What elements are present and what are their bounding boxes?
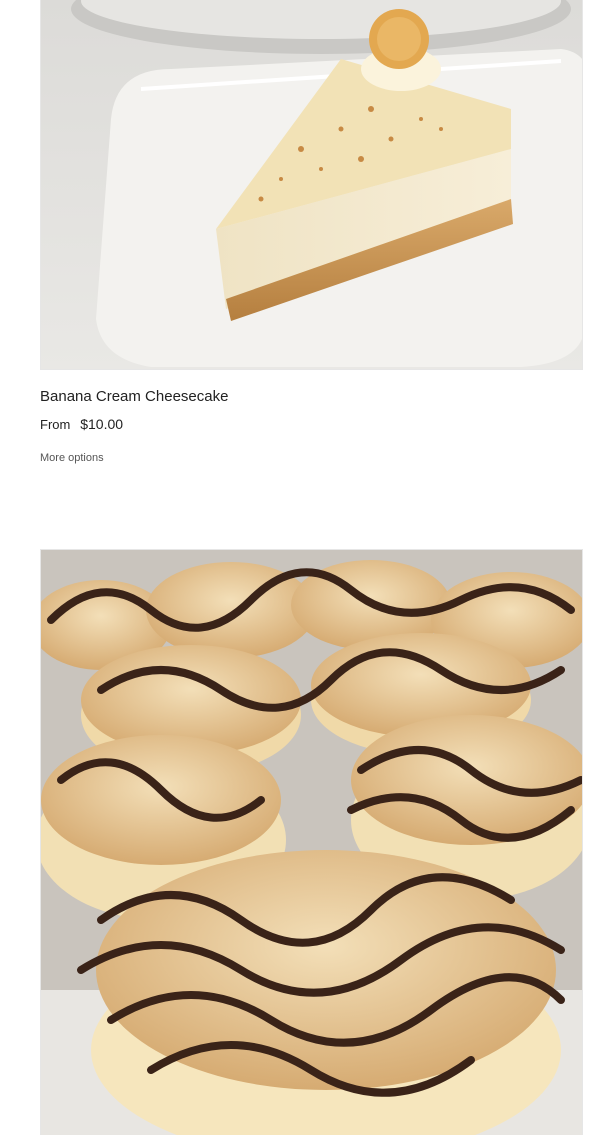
product-card: Banana Cream Cheesecake From $10.00 More…: [40, 0, 583, 466]
product-image-chocolate-coconut-cheesecakes[interactable]: [40, 549, 583, 1135]
price-row: From $10.00: [40, 415, 582, 434]
price-prefix: From: [40, 417, 71, 432]
product-card: [40, 549, 583, 1135]
mini-cheesecakes-image: [41, 550, 582, 1135]
more-options-link[interactable]: More options: [40, 452, 104, 464]
product-title[interactable]: Banana Cream Cheesecake: [40, 387, 582, 407]
cheesecake-slice-image: [41, 0, 582, 369]
product-image-banana-cream-cheesecake[interactable]: [40, 0, 583, 370]
product-grid: Banana Cream Cheesecake From $10.00 More…: [0, 0, 605, 1135]
price-value: $10.00: [80, 416, 124, 432]
